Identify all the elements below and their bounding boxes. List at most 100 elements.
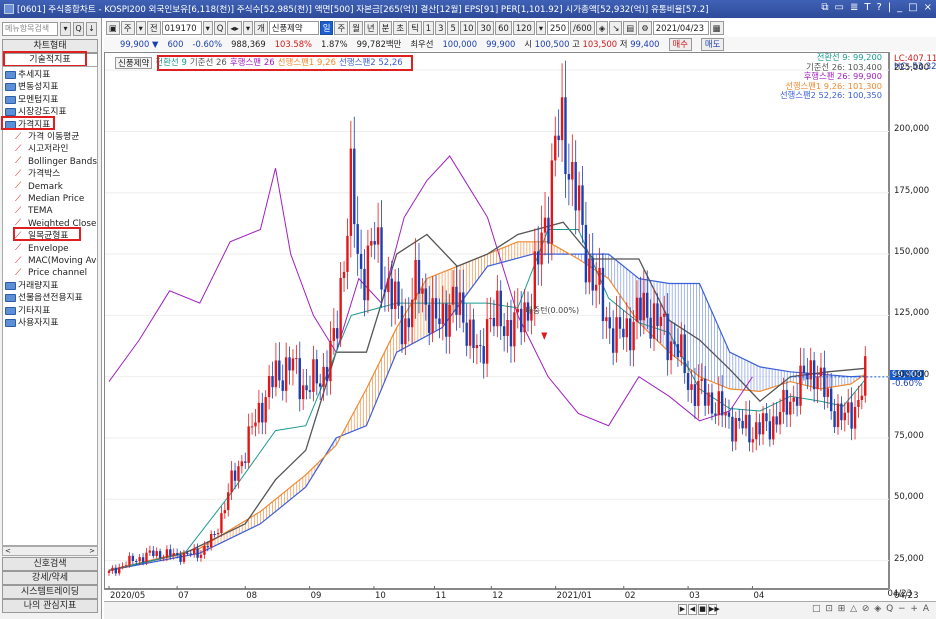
nav-button-1[interactable]: ◀ — [688, 604, 697, 615]
tree-item[interactable]: ⟋ 가격 이동평균 — [15, 131, 79, 143]
candle-body — [666, 313, 669, 361]
toolbar-item-19[interactable]: 3 — [435, 21, 447, 35]
toolbar-item-27[interactable]: /600 — [570, 21, 595, 35]
strength-weakness-button[interactable]: 강세/약세 — [2, 571, 98, 585]
indicator-icon: ⟋ — [15, 205, 22, 216]
window-control-7[interactable]: □ — [908, 2, 917, 13]
candle-body — [472, 319, 475, 349]
candle-body — [363, 268, 366, 301]
toolbar-item-16[interactable]: 초 — [393, 21, 408, 35]
candle-body — [121, 566, 124, 568]
window-control-4[interactable]: ? — [876, 2, 881, 13]
folder-icon — [5, 71, 16, 79]
tree-folder[interactable]: 거래량지표 — [5, 280, 58, 292]
tree-item[interactable]: ⟋ TEMA — [15, 205, 53, 217]
tree-item[interactable]: ⟋ Envelope — [15, 243, 69, 255]
candle-body — [857, 399, 860, 407]
toolbar-item-8[interactable]: ▾ — [242, 21, 254, 35]
toolbar-item-0[interactable]: ▣ — [106, 21, 120, 35]
toolbar-item-10[interactable]: 신풍제약 — [268, 21, 319, 35]
toolbar-item-2[interactable]: ▾ — [135, 21, 146, 35]
nav-button-0[interactable]: ▶ — [678, 604, 687, 615]
buy-button[interactable]: 매수 — [668, 37, 692, 51]
window-control-0[interactable]: ⧉ — [821, 2, 828, 13]
toolbar-item-31[interactable]: ⚙ — [638, 21, 652, 35]
candle-body — [755, 422, 758, 440]
toolbar-item-1[interactable]: 주 — [120, 21, 135, 35]
window-control-3[interactable]: T — [864, 2, 870, 13]
nav-button-3[interactable]: ▶▶ — [708, 604, 720, 615]
window-control-2[interactable]: ≣ — [850, 2, 858, 13]
window-control-1[interactable]: ▭ — [835, 2, 844, 13]
dropdown-button[interactable]: ▾ — [60, 22, 71, 36]
toolbar-item-17[interactable]: 틱 — [408, 21, 422, 35]
toolbar-item-29[interactable]: ↘ — [609, 21, 623, 35]
candle-body — [199, 554, 203, 558]
toolbar-item-26[interactable]: 250 — [547, 21, 570, 35]
my-favorite-indicators-button[interactable]: 나의 관심지표 — [2, 599, 98, 613]
tree-item[interactable]: ⟋ Price channel — [15, 267, 87, 279]
toolbar-item-21[interactable]: 10 — [459, 21, 477, 35]
toolbar-item-33[interactable]: ▦ — [709, 21, 724, 35]
tree-item[interactable]: ⟋ 가격박스 — [15, 168, 60, 180]
toolbar-item-32[interactable]: 2021/04/23 — [652, 21, 709, 35]
window-control-6[interactable]: _ — [897, 2, 902, 13]
candle-body — [421, 288, 424, 294]
candle-body — [458, 292, 462, 315]
candle-body — [135, 561, 138, 563]
nav-button-2[interactable]: ■ — [698, 604, 707, 615]
search-icon[interactable]: Q — [73, 22, 84, 36]
tree-item[interactable]: ⟋ Bollinger Bands — [15, 156, 97, 168]
tree-item[interactable]: ⟋ MAC(Moving Average Channel) — [15, 255, 97, 267]
toolbar-item-14[interactable]: 년 — [363, 21, 378, 35]
toolbar-item-13[interactable]: 월 — [349, 21, 363, 35]
tree-scrollbar[interactable]: < > — [2, 546, 98, 556]
candle-body — [656, 303, 659, 327]
toolbar-item-12[interactable]: 주 — [334, 21, 349, 35]
tree-folder[interactable]: 추세지표 — [5, 69, 50, 81]
stock-name-tag[interactable]: 신풍제약 — [115, 57, 153, 69]
toolbar-item-30[interactable]: ▤ — [623, 21, 638, 35]
toolbar-item-15[interactable]: 분 — [378, 21, 393, 35]
tree-folder[interactable]: 기타지표 — [5, 305, 50, 317]
tree-folder[interactable]: 모멘텀지표 — [5, 94, 58, 106]
menu-search-input[interactable]: 메뉴항목검색 — [2, 22, 58, 36]
toolbar-item-22[interactable]: 30 — [477, 21, 495, 35]
tree-item[interactable]: ⟋ Demark — [15, 181, 63, 193]
x-tick-label: 2021/01 — [556, 591, 592, 601]
window-control-8[interactable]: × — [924, 2, 932, 13]
toolbar-item-7[interactable]: ◂▸ — [227, 21, 242, 35]
tree-folder[interactable]: 선물옵션전용지표 — [5, 292, 83, 304]
toolbar-item-18[interactable]: 1 — [422, 21, 435, 35]
toolbar-item-3[interactable]: 전 — [146, 21, 161, 35]
toolbar-item-4[interactable]: 019170 — [161, 21, 202, 35]
down-arrow-icon[interactable]: ↓ — [86, 22, 97, 36]
tree-folder[interactable]: 사용자지표 — [5, 317, 58, 329]
system-trading-button[interactable]: 시스템트레이딩 — [2, 585, 98, 599]
scroll-right-arrow[interactable]: > — [89, 547, 95, 555]
trade-amount: 99,782백만 — [356, 39, 402, 49]
tree-folder[interactable]: 변동성지표 — [5, 81, 58, 93]
candle-body — [370, 241, 373, 246]
candle-body — [475, 345, 479, 349]
toolbar-item-6[interactable]: Q — [213, 21, 227, 35]
toolbar-item-11[interactable]: 일 — [319, 21, 334, 35]
tree-item[interactable]: ⟋ 시고저라인 — [15, 143, 68, 155]
drawing-tools[interactable]: □ ⊡ ⊞ △ ⊘ ◈ Q − + A — [812, 604, 930, 614]
scroll-left-arrow[interactable]: < — [5, 547, 11, 555]
toolbar-item-23[interactable]: 60 — [495, 21, 512, 35]
window-control-5[interactable]: | — [888, 2, 891, 13]
signal-search-button[interactable]: 신호검색 — [2, 557, 98, 571]
toolbar-item-25[interactable]: ▾ — [535, 21, 547, 35]
toolbar-item-24[interactable]: 120 — [512, 21, 535, 35]
ichimoku-chart[interactable]: 배중턴(0.00%) 신풍제약 전환선 9 기준선 26 후행스팬 26 선행스팬1 … — [104, 52, 890, 590]
candle-body — [223, 510, 227, 514]
tree-item[interactable]: ⟋ Median Price — [15, 193, 84, 205]
toolbar-item-20[interactable]: 5 — [447, 21, 459, 35]
x-tick-label: 11 — [435, 591, 447, 601]
toolbar-item-9[interactable]: 개 — [254, 21, 268, 35]
toolbar-item-5[interactable]: ▾ — [202, 21, 213, 35]
toolbar-item-28[interactable]: ◈ — [595, 21, 609, 35]
sell-button[interactable]: 매도 — [700, 37, 725, 51]
x-tick-label: 08 — [246, 591, 258, 601]
